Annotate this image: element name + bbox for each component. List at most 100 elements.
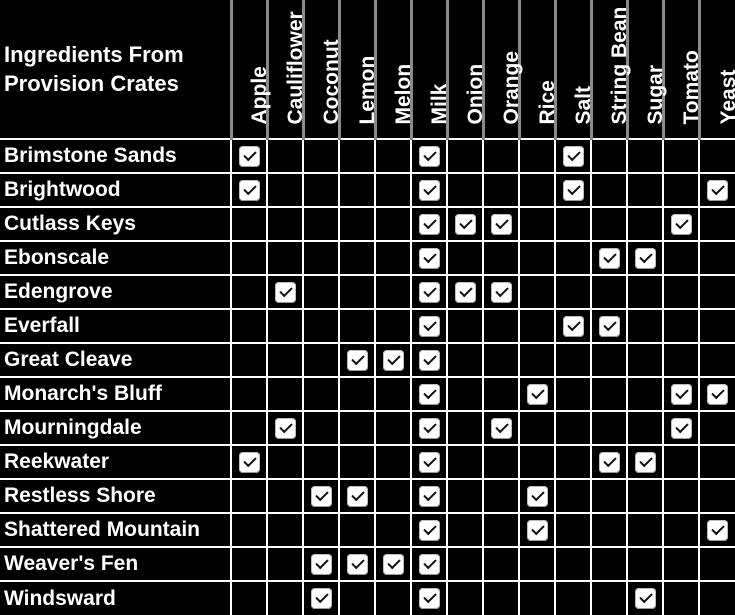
column-header: Rice (517, 0, 559, 140)
table-cell (626, 444, 664, 480)
table-cell (482, 274, 520, 310)
table-cell (698, 546, 735, 582)
table-row: Brimstone Sands (0, 138, 735, 174)
checkmark-icon (454, 213, 476, 235)
checkmark-icon (238, 451, 260, 473)
table-cell (338, 444, 376, 480)
table-cell (266, 240, 304, 276)
table-cell (662, 308, 700, 344)
table-cell (410, 512, 448, 548)
table-cell (338, 546, 376, 582)
table-cell (518, 308, 556, 344)
table-cell (338, 512, 376, 548)
table-cell (338, 342, 376, 378)
table-cell (590, 138, 628, 174)
checkmark-icon (418, 519, 440, 541)
table-cell (698, 342, 735, 378)
checkmark-icon (346, 349, 368, 371)
checkmark-icon (707, 383, 728, 405)
table-cell (338, 410, 376, 446)
checkmark-icon (418, 145, 440, 167)
table-cell (554, 580, 592, 615)
checkmark-icon (490, 213, 512, 235)
table-cell (446, 580, 484, 615)
table-cell (230, 138, 268, 174)
checkmark-icon (238, 179, 260, 201)
table-cell (374, 274, 412, 310)
table-cell (698, 478, 735, 514)
table-cell (302, 274, 340, 310)
table-row: Shattered Mountain (0, 512, 735, 548)
column-header: Milk (409, 0, 451, 140)
table-cell (554, 342, 592, 378)
table-title: Ingredients From Provision Crates (0, 0, 231, 140)
table-cell (518, 512, 556, 548)
column-header: Sugar (625, 0, 667, 140)
checkmark-icon (707, 519, 728, 541)
table-cell (482, 138, 520, 174)
table-cell (626, 240, 664, 276)
row-label: Windsward (0, 580, 232, 615)
table-cell (374, 580, 412, 615)
table-cell (626, 206, 664, 242)
table-cell (518, 444, 556, 480)
table-cell (518, 342, 556, 378)
table-row: Cutlass Keys (0, 206, 735, 242)
table-cell (482, 580, 520, 615)
table-cell (590, 376, 628, 412)
checkmark-icon (418, 179, 440, 201)
table-cell (626, 308, 664, 344)
table-cell (662, 410, 700, 446)
checkmark-icon (346, 485, 368, 507)
table-cell (410, 410, 448, 446)
table-cell (338, 580, 376, 615)
table-row: Everfall (0, 308, 735, 344)
table-cell (554, 308, 592, 344)
table-cell (590, 580, 628, 615)
column-header: String Bean (589, 0, 631, 140)
table-cell (446, 342, 484, 378)
table-cell (338, 478, 376, 514)
table-row: Weaver's Fen (0, 546, 735, 582)
row-label: Weaver's Fen (0, 546, 232, 582)
table-cell (302, 206, 340, 242)
table-cell (662, 342, 700, 378)
checkmark-icon (346, 553, 368, 575)
table-cell (410, 580, 448, 615)
table-cell (266, 206, 304, 242)
table-cell (554, 274, 592, 310)
table-cell (518, 206, 556, 242)
checkmark-icon (490, 281, 512, 303)
table-cell (230, 410, 268, 446)
table-cell (698, 138, 735, 174)
table-cell (590, 444, 628, 480)
checkmark-icon (670, 213, 692, 235)
table-cell (590, 206, 628, 242)
table-cell (518, 376, 556, 412)
checkmark-icon (707, 179, 728, 201)
row-label: Reekwater (0, 444, 232, 480)
checkmark-icon (562, 315, 584, 337)
column-header: Tomato (661, 0, 703, 140)
row-label: Restless Shore (0, 478, 232, 514)
column-header: Lemon (337, 0, 379, 140)
row-label: Ebonscale (0, 240, 232, 276)
table-cell (302, 478, 340, 514)
checkmark-icon (418, 383, 440, 405)
checkmark-icon (634, 588, 656, 609)
row-label: Monarch's Bluff (0, 376, 232, 412)
table-cell (446, 478, 484, 514)
table-cell (662, 444, 700, 480)
table-cell (374, 342, 412, 378)
table-cell (626, 342, 664, 378)
table-cell (590, 512, 628, 548)
checkmark-icon (670, 417, 692, 439)
row-label: Shattered Mountain (0, 512, 232, 548)
checkmark-icon (562, 145, 584, 167)
table-cell (482, 206, 520, 242)
table-cell (518, 580, 556, 615)
table-cell (626, 138, 664, 174)
table-cell (374, 410, 412, 446)
table-cell (626, 546, 664, 582)
table-row: Brightwood (0, 172, 735, 208)
